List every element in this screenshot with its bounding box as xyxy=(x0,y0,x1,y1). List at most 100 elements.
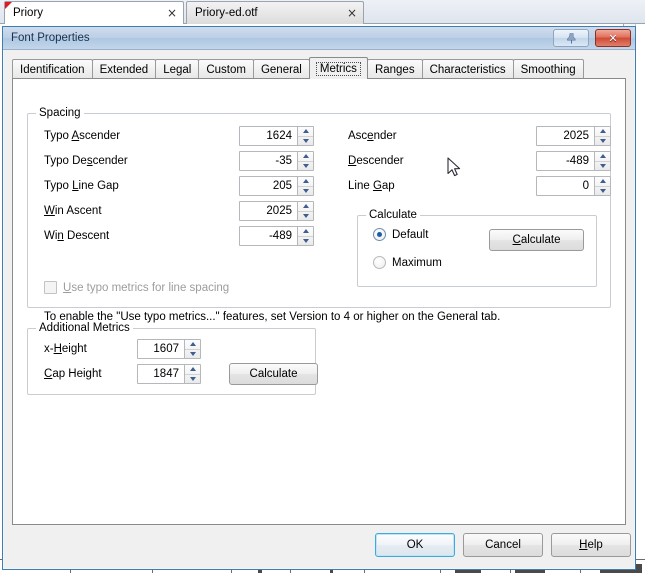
spinner-down-button[interactable] xyxy=(185,373,200,384)
spinner-down-button[interactable] xyxy=(595,160,610,171)
cancel-button[interactable]: Cancel xyxy=(463,533,543,557)
spinner-down-button[interactable] xyxy=(595,185,610,196)
label-part: scender xyxy=(79,130,121,142)
use-typo-metrics-checkbox: Use typo metrics for line spacing xyxy=(44,281,229,294)
pin-icon xyxy=(566,32,575,44)
label-part: x- xyxy=(44,343,54,355)
spinner-up-button[interactable] xyxy=(298,202,313,211)
spinner-down-button[interactable] xyxy=(298,185,313,196)
document-tab-priory[interactable]: Priory × xyxy=(4,1,184,24)
tab-ranges[interactable]: Ranges xyxy=(366,59,423,79)
tab-identification[interactable]: Identification xyxy=(12,59,93,79)
win-ascent-value[interactable]: 2025 xyxy=(240,202,297,220)
titlebar-button-group: ✕ xyxy=(553,29,631,47)
line-gap-spinner[interactable]: 0 xyxy=(536,176,611,196)
spinner-up-button[interactable] xyxy=(595,127,610,136)
close-icon[interactable]: × xyxy=(167,7,177,19)
spinner-buttons xyxy=(184,340,200,358)
tab-label: Identification xyxy=(20,63,85,76)
cap-height-spinner[interactable]: 1847 xyxy=(137,364,201,384)
line-gap-value[interactable]: 0 xyxy=(537,177,594,195)
tab-custom[interactable]: Custom xyxy=(198,59,254,79)
chevron-down-icon xyxy=(302,188,309,193)
chevron-down-icon xyxy=(302,238,309,243)
spinner-down-button[interactable] xyxy=(298,135,313,146)
typo-descender-value[interactable]: -35 xyxy=(240,152,297,170)
chevron-down-icon xyxy=(302,163,309,168)
label-part: cender xyxy=(92,155,128,167)
ok-button[interactable]: OK xyxy=(375,533,455,557)
calculate-button-spacing[interactable]: Calculate xyxy=(489,229,584,251)
ok-button-label: OK xyxy=(406,539,424,551)
dialog-tabbar: Identification Extended Legal Custom Gen… xyxy=(12,57,626,79)
spinner-down-button[interactable] xyxy=(595,135,610,146)
label-accesskey: W xyxy=(44,205,55,217)
spinner-up-button[interactable] xyxy=(298,152,313,161)
tab-label: Smoothing xyxy=(520,63,576,76)
close-button[interactable]: ✕ xyxy=(595,29,631,47)
document-tab-priory-ed-otf[interactable]: Priory-ed.otf × xyxy=(186,1,364,24)
use-typo-metrics-label: Use typo metrics for line spacing xyxy=(63,282,229,294)
spinner-up-button[interactable] xyxy=(298,127,313,136)
help-button[interactable]: Help xyxy=(551,533,631,557)
tab-metrics[interactable]: Metrics xyxy=(308,57,368,79)
tab-extended[interactable]: Extended xyxy=(91,59,157,79)
spinner-down-button[interactable] xyxy=(185,348,200,359)
descender-label: Descender xyxy=(348,155,404,167)
spinner-down-button[interactable] xyxy=(298,160,313,171)
label-part: Asc xyxy=(348,130,368,142)
spinner-up-button[interactable] xyxy=(595,177,610,186)
cap-height-label: Cap Height xyxy=(44,368,102,380)
document-tabstrip: Priory × Priory-ed.otf × xyxy=(0,0,645,24)
label-part: ap Height xyxy=(52,368,102,380)
radio-default[interactable]: Default xyxy=(373,228,428,241)
tab-general[interactable]: General xyxy=(252,59,310,79)
descender-spinner[interactable]: -489 xyxy=(536,151,611,171)
win-descent-value[interactable]: -489 xyxy=(240,227,297,245)
spinner-buttons xyxy=(594,177,610,195)
spinner-up-button[interactable] xyxy=(298,227,313,236)
radio-maximum[interactable]: Maximum xyxy=(373,256,442,269)
ascender-spinner[interactable]: 2025 xyxy=(536,126,611,146)
spinner-up-button[interactable] xyxy=(185,340,200,349)
label-part: nder xyxy=(373,130,397,142)
pin-button[interactable] xyxy=(553,29,589,47)
typo-ascender-spinner[interactable]: 1624 xyxy=(239,126,314,146)
tab-characteristics[interactable]: Characteristics xyxy=(421,59,514,79)
dialog-titlebar[interactable]: Font Properties ✕ xyxy=(3,27,635,50)
label-part: ap xyxy=(381,180,395,192)
win-descent-spinner[interactable]: -489 xyxy=(239,226,314,246)
x-height-value[interactable]: 1607 xyxy=(138,340,184,358)
document-tab-label: Priory xyxy=(13,7,44,19)
chevron-up-icon xyxy=(302,154,309,159)
spinner-down-button[interactable] xyxy=(298,235,313,246)
help-button-label: Help xyxy=(579,539,603,551)
chevron-down-icon xyxy=(599,188,606,193)
win-ascent-spinner[interactable]: 2025 xyxy=(239,201,314,221)
spinner-down-button[interactable] xyxy=(298,210,313,221)
typo-line-gap-value[interactable]: 205 xyxy=(240,177,297,195)
tab-smoothing[interactable]: Smoothing xyxy=(512,59,584,79)
calculate-button-additional[interactable]: Calculate xyxy=(229,363,318,385)
cap-height-value[interactable]: 1847 xyxy=(138,365,184,383)
tab-label: Legal xyxy=(163,63,192,76)
spinner-up-button[interactable] xyxy=(595,152,610,161)
typo-ascender-value[interactable]: 1624 xyxy=(240,127,297,145)
typo-descender-spinner[interactable]: -35 xyxy=(239,151,314,171)
spinner-buttons xyxy=(594,152,610,170)
x-height-spinner[interactable]: 1607 xyxy=(137,339,201,359)
close-icon[interactable]: × xyxy=(347,7,357,19)
spinner-buttons xyxy=(297,202,313,220)
descender-value[interactable]: -489 xyxy=(537,152,594,170)
typo-line-gap-spinner[interactable]: 205 xyxy=(239,176,314,196)
label-part: Line xyxy=(348,180,373,192)
label-accesskey: H xyxy=(53,343,62,355)
tab-legal[interactable]: Legal xyxy=(155,59,200,79)
background-glyph-grid-column xyxy=(635,24,645,573)
spinner-up-button[interactable] xyxy=(185,365,200,374)
calculate-button-label: Calculate xyxy=(513,234,561,246)
spacing-groupbox: Spacing Typo Ascender Typo Descender Typ… xyxy=(27,107,611,323)
chevron-down-icon xyxy=(302,213,309,218)
spinner-up-button[interactable] xyxy=(298,177,313,186)
ascender-value[interactable]: 2025 xyxy=(537,127,594,145)
